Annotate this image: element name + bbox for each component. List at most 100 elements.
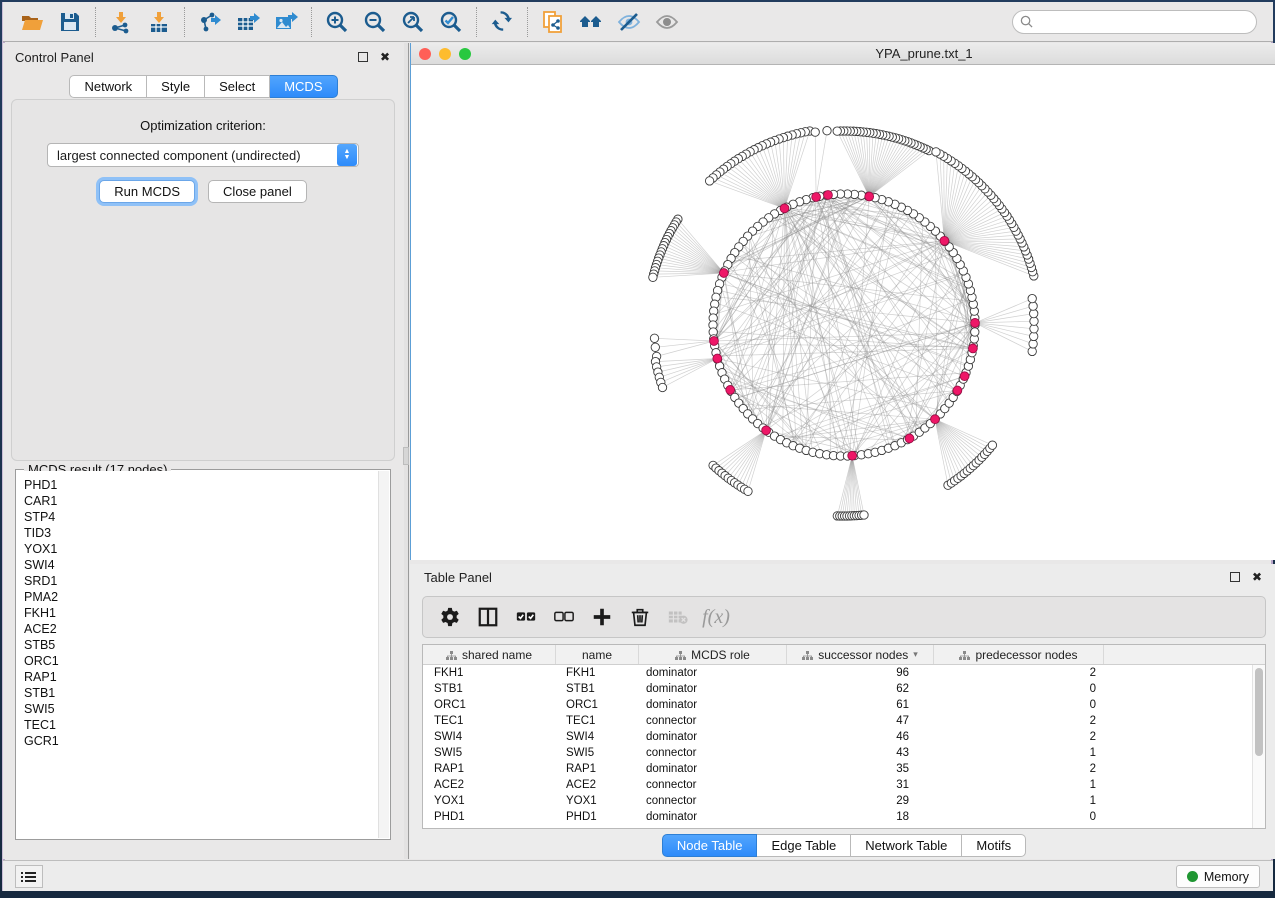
float-panel-icon[interactable] — [358, 52, 368, 62]
column-header-name[interactable]: name — [556, 645, 639, 664]
network-graph[interactable] — [411, 65, 1275, 560]
export-image-icon[interactable] — [267, 6, 305, 38]
close-panel-icon[interactable]: ✖ — [378, 50, 392, 64]
run-mcds-button[interactable]: Run MCDS — [99, 180, 195, 203]
column-header-predecessor-nodes[interactable]: predecessor nodes — [934, 645, 1104, 664]
first-neighbors-icon[interactable] — [572, 6, 610, 38]
list-item[interactable]: STB5 — [24, 637, 378, 653]
scrollbar-thumb[interactable] — [1255, 668, 1263, 756]
hide-selected-icon[interactable] — [610, 6, 648, 38]
export-network-icon[interactable] — [191, 6, 229, 38]
save-session-icon[interactable] — [51, 6, 89, 38]
copy-network-icon[interactable] — [534, 6, 572, 38]
list-item[interactable]: SRD1 — [24, 573, 378, 589]
toolbar-separator — [311, 7, 312, 37]
select-all-icon[interactable] — [507, 600, 545, 634]
import-table-icon[interactable] — [140, 6, 178, 38]
gear-icon[interactable] — [431, 600, 469, 634]
column-view-icon[interactable] — [469, 600, 507, 634]
optimization-criterion-label: Optimization criterion: — [12, 118, 394, 133]
list-item[interactable]: SWI5 — [24, 701, 378, 717]
list-item[interactable]: CAR1 — [24, 493, 378, 509]
mcds-result-list[interactable]: PHD1CAR1STP4TID3YOX1SWI4SRD1PMA2FKH1ACE2… — [17, 471, 378, 838]
close-window-icon[interactable] — [419, 48, 431, 60]
table-cell: SWI4 — [556, 731, 639, 743]
memory-status-icon — [1187, 871, 1198, 882]
memory-button[interactable]: Memory — [1176, 865, 1260, 888]
list-item[interactable]: PHD1 — [24, 477, 378, 493]
table-cell: 31 — [787, 779, 934, 791]
list-item[interactable]: FKH1 — [24, 605, 378, 621]
list-item[interactable]: ACE2 — [24, 621, 378, 637]
table-row[interactable]: RAP1RAP1dominator352 — [423, 761, 1252, 777]
table-row[interactable]: SWI5SWI5connector431 — [423, 745, 1252, 761]
splitter-handle[interactable] — [403, 447, 409, 465]
float-table-panel-icon[interactable] — [1230, 572, 1240, 582]
table-cell: PHD1 — [423, 811, 556, 823]
list-item[interactable]: RAP1 — [24, 669, 378, 685]
table-row[interactable]: FKH1FKH1dominator962 — [423, 665, 1252, 681]
criterion-select[interactable]: largest connected component (undirected)… — [47, 143, 359, 167]
tab-style[interactable]: Style — [147, 75, 205, 98]
search-input[interactable] — [1012, 10, 1257, 34]
panel-splitter[interactable] — [404, 43, 409, 859]
table-row[interactable]: SWI4SWI4dominator462 — [423, 729, 1252, 745]
task-history-button[interactable] — [15, 865, 43, 888]
tab-select[interactable]: Select — [205, 75, 270, 98]
column-header-successor-nodes[interactable]: successor nodes▾ — [787, 645, 934, 664]
tab-network[interactable]: Network — [69, 75, 147, 98]
close-table-panel-icon[interactable]: ✖ — [1250, 570, 1264, 584]
list-item[interactable]: STB1 — [24, 685, 378, 701]
zoom-out-icon[interactable] — [356, 6, 394, 38]
table-panel-title: Table Panel — [424, 570, 492, 585]
tab-edge-table[interactable]: Edge Table — [757, 834, 851, 857]
table-cell: TEC1 — [556, 715, 639, 727]
table-scrollbar[interactable] — [1252, 665, 1265, 828]
list-item[interactable]: ORC1 — [24, 653, 378, 669]
table-row[interactable]: STB1STB1dominator620 — [423, 681, 1252, 697]
import-network-icon[interactable] — [102, 6, 140, 38]
network-frame-titlebar[interactable]: YPA_prune.txt_1 — [411, 43, 1275, 65]
zoom-in-icon[interactable] — [318, 6, 356, 38]
list-item[interactable]: GCR1 — [24, 733, 378, 749]
export-table-icon[interactable] — [229, 6, 267, 38]
zoom-selected-icon[interactable] — [432, 6, 470, 38]
table-row[interactable]: YOX1YOX1connector291 — [423, 793, 1252, 809]
table-cell: connector — [639, 715, 787, 727]
result-scrollbar[interactable] — [378, 471, 389, 838]
maximize-window-icon[interactable] — [459, 48, 471, 60]
deselect-all-icon[interactable] — [545, 600, 583, 634]
column-header-shared-name[interactable]: shared name — [423, 645, 556, 664]
tab-mcds[interactable]: MCDS — [270, 75, 337, 98]
table-row[interactable]: ORC1ORC1dominator610 — [423, 697, 1252, 713]
table-cell: 0 — [934, 699, 1104, 711]
toolbar-separator — [95, 7, 96, 37]
delete-column-icon[interactable] — [621, 600, 659, 634]
close-panel-button[interactable]: Close panel — [208, 180, 307, 203]
tree-icon — [446, 650, 457, 660]
application-window: Control Panel ✖ NetworkStyleSelectMCDS O… — [2, 2, 1273, 891]
criterion-value: largest connected component (undirected) — [48, 148, 337, 163]
list-item[interactable]: YOX1 — [24, 541, 378, 557]
column-header-MCDS-role[interactable]: MCDS role — [639, 645, 787, 664]
add-column-icon[interactable] — [583, 600, 621, 634]
tab-network-table[interactable]: Network Table — [851, 834, 962, 857]
tab-node-table[interactable]: Node Table — [662, 834, 758, 857]
list-item[interactable]: TID3 — [24, 525, 378, 541]
open-file-icon[interactable] — [13, 6, 51, 38]
refresh-icon[interactable] — [483, 6, 521, 38]
list-item[interactable]: TEC1 — [24, 717, 378, 733]
sort-descending-icon: ▾ — [913, 649, 918, 660]
table-cell: RAP1 — [423, 763, 556, 775]
table-row[interactable]: PHD1PHD1dominator180 — [423, 809, 1252, 825]
minimize-window-icon[interactable] — [439, 48, 451, 60]
list-item[interactable]: SWI4 — [24, 557, 378, 573]
list-item[interactable]: PMA2 — [24, 589, 378, 605]
list-item[interactable]: STP4 — [24, 509, 378, 525]
tab-motifs[interactable]: Motifs — [962, 834, 1026, 857]
show-all-icon[interactable] — [648, 6, 686, 38]
table-row[interactable]: ACE2ACE2connector311 — [423, 777, 1252, 793]
table-row[interactable]: TEC1TEC1connector472 — [423, 713, 1252, 729]
table-cell: 2 — [934, 763, 1104, 775]
zoom-fit-icon[interactable] — [394, 6, 432, 38]
